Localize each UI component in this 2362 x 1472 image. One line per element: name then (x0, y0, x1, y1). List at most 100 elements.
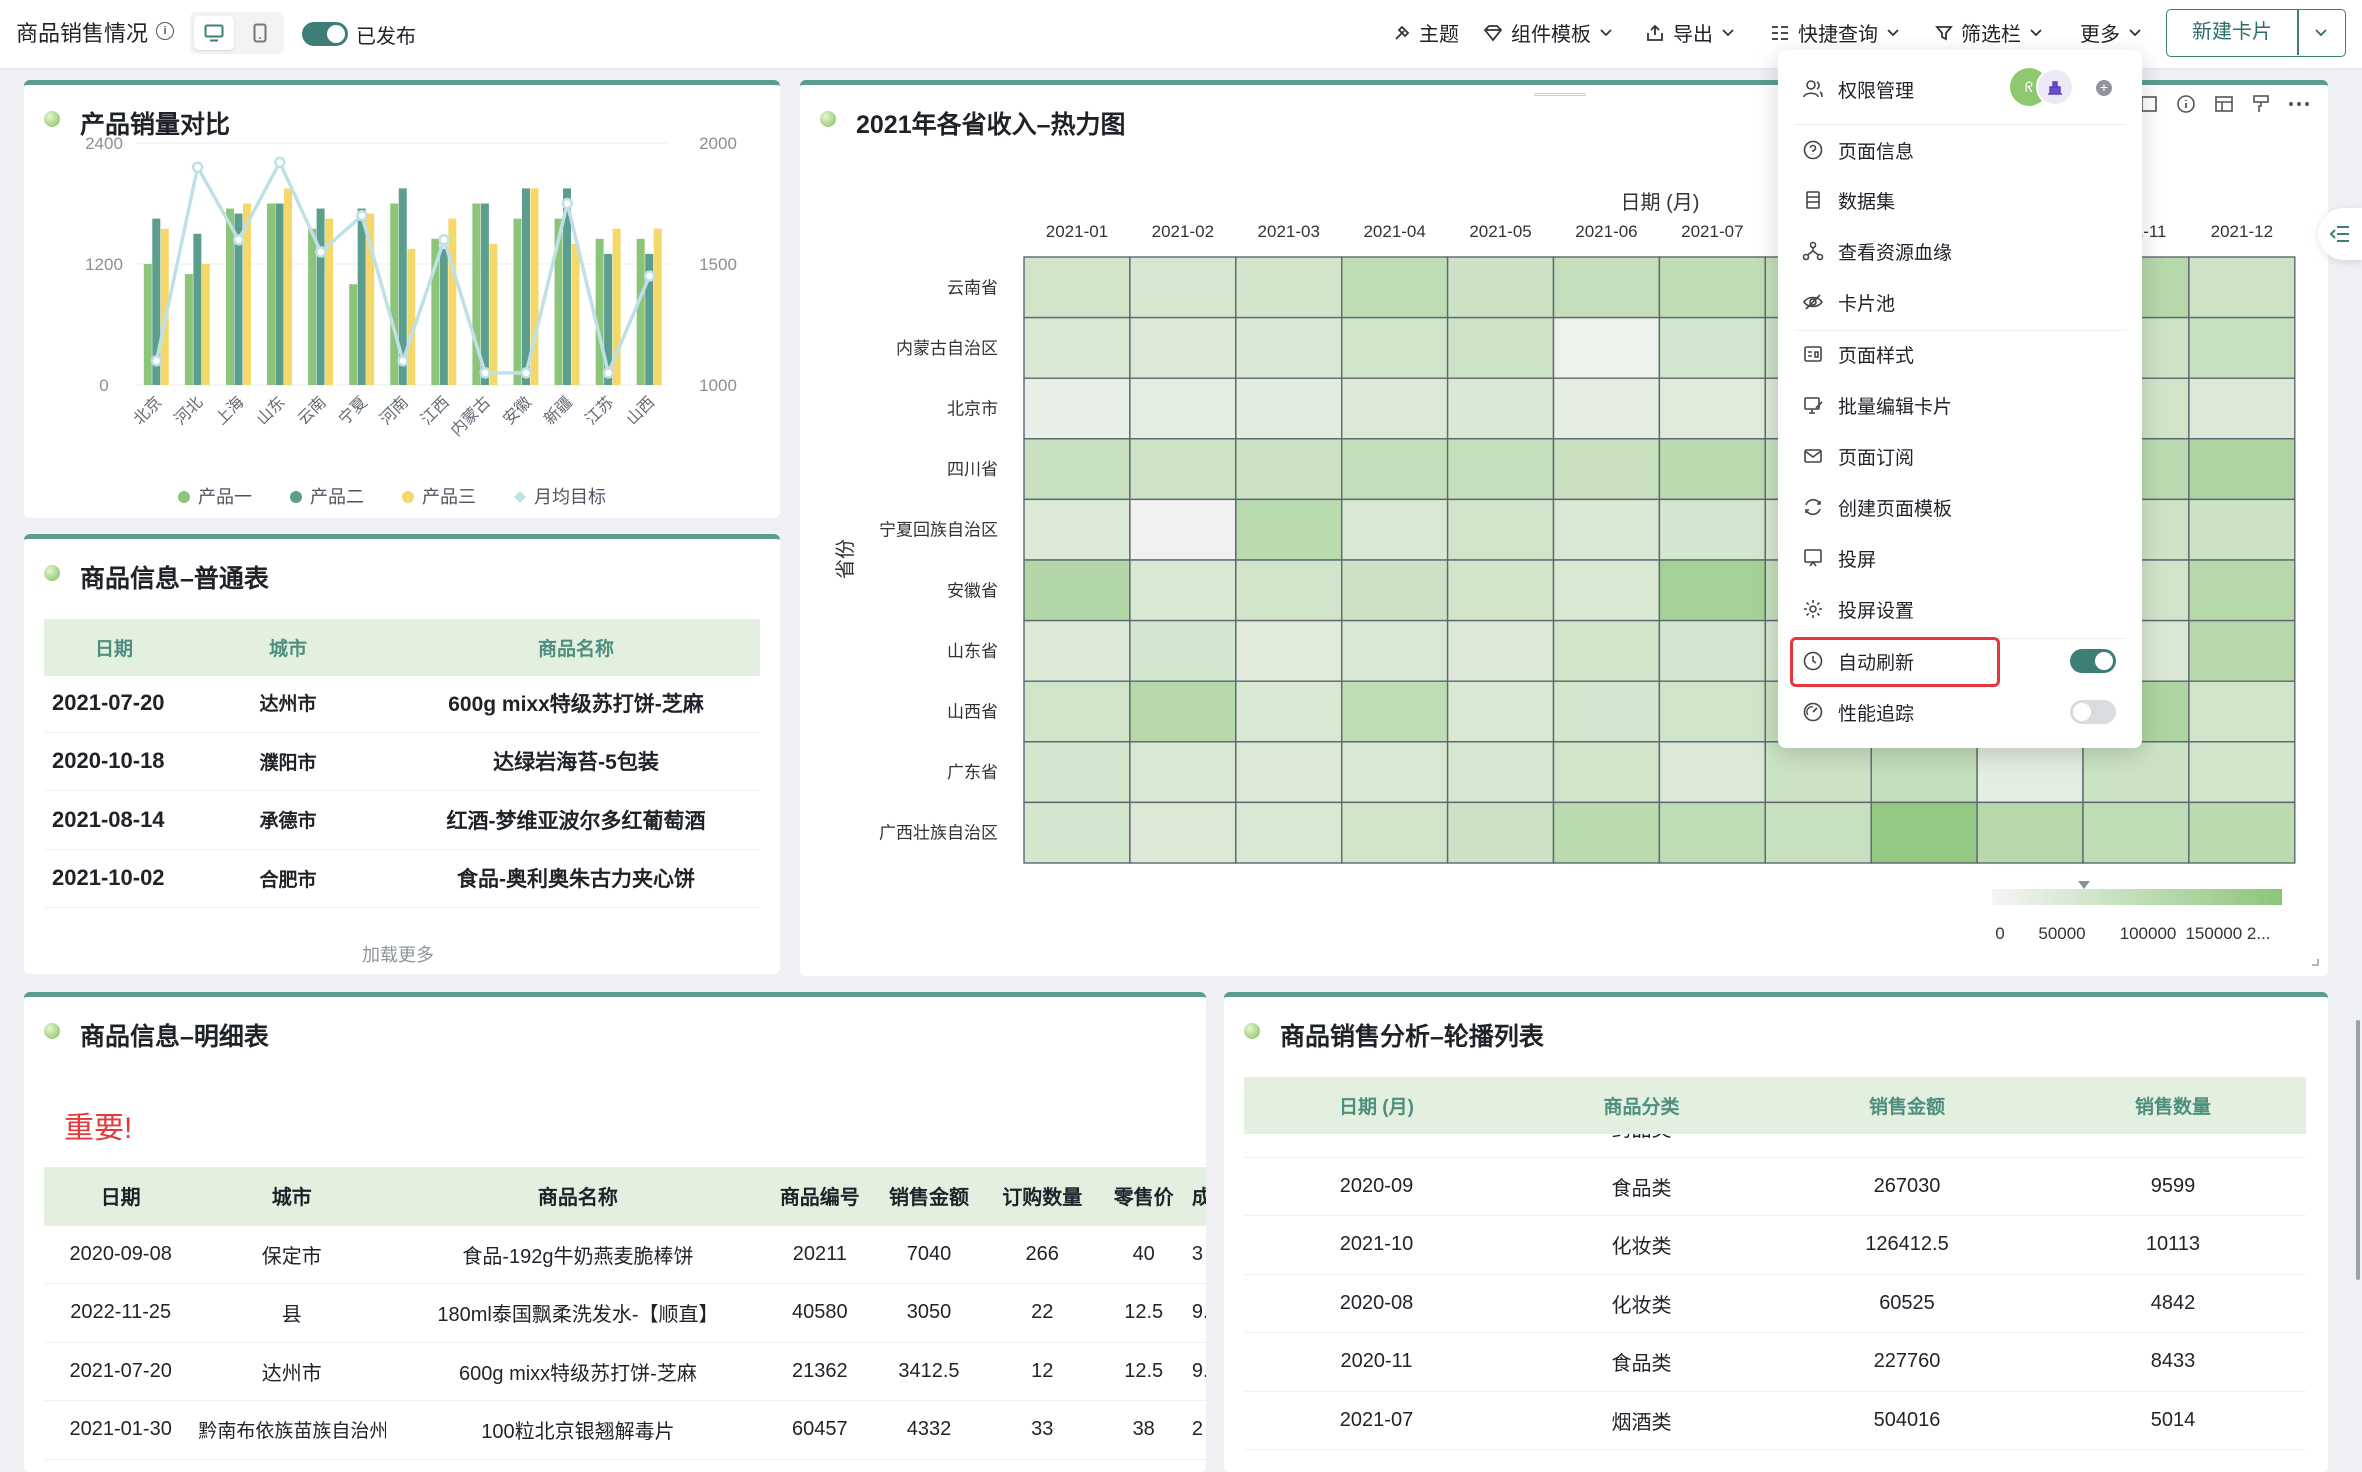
column-header[interactable]: 商品分类 (1509, 1077, 1774, 1134)
menu-item-page-info[interactable]: 页面信息 (1802, 133, 1914, 167)
bar (571, 243, 580, 385)
heat-cell (1446, 619, 1555, 682)
perf-trace-toggle[interactable] (2070, 700, 2116, 724)
column-header[interactable]: 销售金额 (1774, 1077, 2040, 1134)
table-row[interactable]: 2021-07-20 达州市 600g mixx特级苏打饼-芝麻 21362 3412.… (44, 1342, 1206, 1401)
legend-label: 产品一 (198, 487, 252, 507)
column-header[interactable]: 城市 (184, 619, 392, 676)
table-cell: 呼伦贝尔市 (184, 907, 392, 924)
auto-refresh-toggle[interactable] (2070, 649, 2116, 673)
desktop-view-button[interactable] (194, 16, 234, 50)
heat-cell (1129, 741, 1237, 804)
plain-table: 日期 城市 商品名称 (44, 619, 760, 676)
info-icon[interactable] (2176, 94, 2196, 114)
menu-item-card-pool[interactable]: 卡片池 (1802, 285, 1895, 319)
menu-item-cast-settings[interactable]: 投屏设置 (1802, 592, 1914, 626)
menu-item-dataset[interactable]: 数据集 (1802, 183, 1895, 217)
page-scrollbar[interactable] (2356, 1020, 2360, 1280)
filter-icon (1935, 25, 1953, 40)
table-row[interactable]: 2020-10-18 濮阳市 达绿岩海苔-5包装 (44, 732, 760, 791)
export-button[interactable]: 导出 (1645, 18, 1735, 47)
carousel-table-body[interactable]: 2022-12药品类3984832020-09食品类26703095992021… (1244, 1132, 2306, 1472)
theme-button[interactable]: 主题 (1393, 18, 1459, 47)
filter-bar-button[interactable]: 筛选栏 (1935, 18, 2043, 47)
heat-cell (1023, 741, 1131, 804)
heat-cell (1341, 256, 1449, 319)
menu-item-cast[interactable]: 投屏 (1802, 541, 1876, 575)
table-row[interactable]: 2022-12药品类398483 (1244, 1132, 2306, 1158)
menu-item-lineage[interactable]: 查看资源血缘 (1802, 234, 1952, 268)
component-template-button[interactable]: 组件模板 (1483, 18, 1613, 47)
building-icon (2048, 81, 2062, 95)
table-cell: 红酒-梦维亚波尔多红葡萄酒 (392, 790, 760, 850)
heat-cell (1658, 801, 1767, 864)
heat-cell (1129, 498, 1237, 561)
table-cell: 2022-12 (1244, 1132, 1509, 1158)
table-row[interactable]: 2020-11 食品类 227760 8433 (1244, 1332, 2306, 1392)
table-view-icon[interactable] (2214, 95, 2234, 113)
menu-item-label: 页面信息 (1838, 141, 1915, 163)
heat-cell (1023, 498, 1131, 561)
detail-table[interactable]: 日期 城市 商品名称 商品编号 销售金额 订购数量 零售价 成 2020-09-… (44, 1167, 1206, 1472)
column-header[interactable]: 零售价 (1096, 1167, 1191, 1226)
table-cell: 黔南布依族苗族自治州 (197, 1400, 387, 1460)
table-row[interactable]: 2021-01-30 黔南布依族苗族自治州 100粒北京银翘解毒片 60457 4332… (44, 1400, 1206, 1460)
table-row[interactable]: 2021-07-20 达州市 600g mixx特级苏打饼-芝麻 (44, 674, 760, 733)
table-row[interactable]: 2020-09-08 保定市 食品-192g牛奶燕麦脆棒饼 20211 7040 266 4… (44, 1225, 1206, 1284)
column-header[interactable]: 成 (1190, 1167, 1206, 1226)
heat-cell (1552, 316, 1661, 379)
table-cell: 2021-07-20 (44, 1342, 198, 1401)
y-left-tick: 1200 (85, 255, 123, 274)
format-painter-icon[interactable] (2252, 94, 2270, 114)
menu-item-create-template[interactable]: 创建页面模板 (1802, 490, 1952, 524)
load-more-link[interactable]: 加载更多 (362, 941, 434, 967)
menu-item-page-style[interactable]: 页面样式 (1802, 337, 1914, 371)
table-row[interactable]: 2021-07 烟酒类 504016 5014 (1244, 1391, 2306, 1450)
table-cell: 2021-10 (1244, 1215, 1509, 1275)
menu-item-subscribe[interactable]: 页面订阅 (1802, 439, 1914, 473)
publish-toggle[interactable] (302, 22, 348, 46)
table-row[interactable]: 2020-08 化妆类 60525 4842 (1244, 1274, 2306, 1333)
column-header[interactable]: 日期 (月) (1244, 1077, 1509, 1134)
new-card-dropdown[interactable] (2298, 10, 2344, 55)
side-panel-toggle[interactable] (2318, 208, 2362, 260)
column-header[interactable]: 订购数量 (987, 1167, 1097, 1226)
column-header[interactable]: 销售金额 (869, 1167, 988, 1226)
heat-cell (1341, 316, 1449, 379)
column-header[interactable]: 商品名称 (392, 619, 760, 676)
heat-cell (1023, 316, 1131, 379)
info-icon[interactable]: i (156, 22, 174, 40)
more-button[interactable]: 更多 (2080, 18, 2142, 47)
column-label: 2021-07 (1681, 222, 1743, 241)
mobile-view-button[interactable] (240, 16, 280, 50)
menu-item-permissions[interactable]: 权限管理 (1802, 72, 1914, 106)
menu-item-batch-edit[interactable]: 批量编辑卡片 (1802, 388, 1952, 422)
column-header[interactable]: 商品名称 (386, 1167, 770, 1226)
heat-cell (1341, 377, 1449, 440)
add-member-icon[interactable]: + (2096, 80, 2112, 96)
table-row[interactable]: 2021-01-14呼伦贝尔市550G艾诗浪漫花香洗发水 (44, 907, 760, 924)
menu-item-perf-trace[interactable]: 性能追踪 (1802, 695, 1914, 729)
column-header[interactable]: 销售数量 (2040, 1077, 2306, 1134)
table-cell: 8433 (2040, 1332, 2306, 1392)
table-row[interactable]: 2021-08-14 承德市 红酒-梦维亚波尔多红葡萄酒 (44, 790, 760, 850)
table-row[interactable]: 2021-10-02 合肥市 食品-奥利奥朱古力夹心饼 (44, 849, 760, 908)
plain-table-body[interactable]: 2021-07-20 达州市 600g mixx特级苏打饼-芝麻 2020-10-18… (44, 674, 760, 924)
table-cell: 达绿岩海苔-5包装 (392, 732, 760, 791)
heat-cell (1235, 377, 1343, 440)
table-row[interactable]: 2020-09 食品类 267030 9599 (1244, 1157, 2306, 1216)
quick-query-button[interactable]: 快捷查询 (1770, 18, 1900, 47)
table-cell: 60525 (1774, 1274, 2040, 1333)
x-tick-label: 云南 (294, 393, 329, 428)
column-header[interactable]: 日期 (44, 619, 184, 676)
column-header[interactable]: 日期 (44, 1167, 198, 1226)
column-header[interactable]: 城市 (197, 1167, 387, 1226)
card-dot-icon (1244, 1023, 1260, 1039)
column-header[interactable]: 商品编号 (769, 1167, 870, 1226)
new-card-button[interactable]: 新建卡片 (2166, 9, 2346, 57)
table-row[interactable]: 2021-10 化妆类 126412.5 10113 (1244, 1215, 2306, 1275)
more-dots-icon[interactable] (2288, 101, 2310, 107)
table-row[interactable]: 2022-11-25 县 180ml泰国飘柔洗发水-【顺直】 40580 3050 22 1… (44, 1283, 1206, 1343)
line-point (561, 197, 574, 210)
fullscreen-icon (2141, 96, 2157, 112)
